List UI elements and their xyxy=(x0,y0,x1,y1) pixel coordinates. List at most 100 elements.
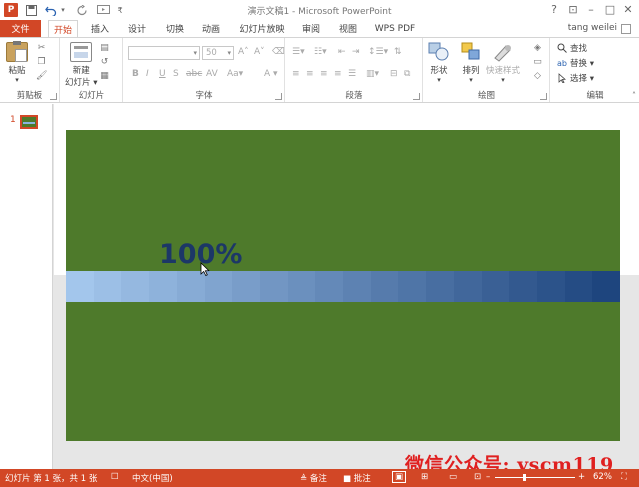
slide-show-icon[interactable]: ⊡ xyxy=(474,472,481,482)
tab-view[interactable]: 视图 xyxy=(333,20,363,37)
comments-button[interactable]: ■ 批注 xyxy=(343,472,371,484)
select-button[interactable]: 选择 ▾ xyxy=(557,72,594,84)
arrange-button[interactable]: 排列 ▾ xyxy=(460,42,482,84)
format-painter-icon[interactable]: 🖌 xyxy=(36,71,47,81)
strikethrough-icon[interactable]: abc xyxy=(186,69,202,79)
align-center-icon[interactable]: ≡ xyxy=(306,69,314,79)
numbering-icon[interactable]: ☷▾ xyxy=(314,47,327,57)
increase-font-size-icon[interactable]: A˄ xyxy=(238,47,249,57)
start-from-beginning-icon[interactable] xyxy=(95,3,111,17)
redo-icon[interactable] xyxy=(75,3,89,17)
clear-formatting-icon[interactable]: ⌫ xyxy=(272,47,285,57)
tab-file[interactable]: 文件 xyxy=(0,20,41,37)
cut-icon[interactable]: ✂ xyxy=(36,43,47,53)
find-button[interactable]: 查找 xyxy=(557,42,587,54)
user-account[interactable]: tang weilei xyxy=(568,23,617,33)
layout-icon[interactable]: ▤ xyxy=(99,43,110,53)
font-name-combo[interactable]: ▾ xyxy=(128,46,200,60)
slides-group-label: 幻灯片 xyxy=(78,91,105,101)
shapes-icon xyxy=(428,42,449,61)
progress-bar-segment xyxy=(564,271,593,302)
character-spacing-icon[interactable]: AV xyxy=(206,69,218,79)
reading-view-icon[interactable]: ▭ xyxy=(449,472,457,482)
shape-effects-icon[interactable]: ◇ xyxy=(532,71,543,81)
notes-button[interactable]: ≜ 备注 xyxy=(300,472,327,484)
smartart-icon[interactable]: ⧉ xyxy=(404,69,410,79)
justify-icon[interactable]: ≡ xyxy=(334,69,342,79)
copy-icon[interactable]: ❐ xyxy=(36,57,47,67)
clipboard-launcher-icon[interactable] xyxy=(50,93,57,100)
undo-icon[interactable] xyxy=(44,3,58,17)
slide-sorter-icon[interactable]: ⊞ xyxy=(421,472,428,482)
slide-canvas[interactable]: 100% xyxy=(66,130,621,441)
zoom-in-button[interactable]: + xyxy=(578,472,585,482)
align-left-icon[interactable]: ≡ xyxy=(292,69,300,79)
zoom-out-button[interactable]: – xyxy=(486,472,490,482)
distributed-icon[interactable]: ☰ xyxy=(348,69,356,79)
zoom-slider-thumb[interactable] xyxy=(523,474,526,481)
text-direction-icon[interactable]: ⇅ xyxy=(394,47,402,57)
fit-slide-icon[interactable]: ⛶ xyxy=(621,472,627,482)
change-case-icon[interactable]: Aa▾ xyxy=(227,69,243,79)
tab-insert[interactable]: 插入 xyxy=(85,20,115,37)
shape-fill-icon[interactable]: ◈ xyxy=(532,43,543,53)
progress-bar-segment xyxy=(592,271,621,302)
increase-indent-icon[interactable]: ⇥ xyxy=(352,47,360,57)
quick-styles-button[interactable]: 快速样式 ▾ xyxy=(486,42,520,84)
shape-outline-icon[interactable]: ▭ xyxy=(532,57,543,67)
zoom-slider[interactable] xyxy=(495,474,575,481)
text-shadow-icon[interactable]: S xyxy=(173,69,179,79)
progress-bar-segment xyxy=(370,271,399,302)
tab-review[interactable]: 审阅 xyxy=(296,20,326,37)
user-avatar-icon[interactable] xyxy=(621,24,631,34)
bullets-icon[interactable]: ☰▾ xyxy=(292,47,305,57)
section-icon[interactable]: ▦ xyxy=(99,71,110,81)
title-bar: P ▾ ₹ 演示文稿1 - Microsoft PowerPoint ? ⊡ –… xyxy=(0,0,639,20)
decrease-indent-icon[interactable]: ⇤ xyxy=(338,47,346,57)
tab-design[interactable]: 设计 xyxy=(122,20,152,37)
paste-button[interactable]: 粘贴 ▾ xyxy=(6,41,28,84)
align-text-icon[interactable]: ⊟ xyxy=(390,69,398,79)
tab-animations[interactable]: 动画 xyxy=(196,20,226,37)
language-status[interactable]: 中文(中国) xyxy=(132,472,173,484)
editing-area: 1 100% xyxy=(0,104,639,469)
collapse-ribbon-icon[interactable]: ˄ xyxy=(632,91,636,100)
progress-bar[interactable] xyxy=(66,271,621,302)
tab-home[interactable]: 开始 xyxy=(48,20,78,38)
svg-text:ab: ab xyxy=(557,59,567,68)
font-size-combo[interactable]: 50 ▾ xyxy=(202,46,234,60)
tab-slide-show[interactable]: 幻灯片放映 xyxy=(234,20,290,37)
reset-icon[interactable]: ↺ xyxy=(99,57,110,67)
progress-bar-segment xyxy=(343,271,371,302)
powerpoint-logo-icon[interactable]: P xyxy=(4,3,18,17)
mouse-cursor-icon xyxy=(200,262,210,276)
underline-icon[interactable]: U xyxy=(159,69,166,79)
decrease-font-size-icon[interactable]: A˅ xyxy=(254,47,265,57)
tab-wps-pdf[interactable]: WPS PDF xyxy=(372,20,418,37)
font-color-icon[interactable]: A ▾ xyxy=(264,69,278,79)
undo-dropdown-icon[interactable]: ▾ xyxy=(59,3,67,17)
columns-icon[interactable]: ▥▾ xyxy=(366,69,379,79)
paste-dropdown-icon[interactable]: ▾ xyxy=(15,76,19,84)
tab-transitions[interactable]: 切换 xyxy=(160,20,190,37)
new-slide-label-1: 新建 xyxy=(72,66,90,76)
replace-button[interactable]: ab 替换 ▾ xyxy=(557,57,594,69)
line-spacing-icon[interactable]: ↕☰▾ xyxy=(368,47,388,57)
new-slide-button[interactable]: 新建 幻灯片 ▾ xyxy=(65,42,97,88)
spell-check-icon[interactable]: ☐ xyxy=(111,472,119,482)
save-icon[interactable] xyxy=(24,3,38,17)
shapes-button[interactable]: 形状 ▾ xyxy=(428,42,450,84)
drawing-group: 形状 ▾ 排列 ▾ 快速样式 ▾ ◈ ▭ ◇ 绘图 xyxy=(424,38,550,102)
italic-icon[interactable]: I xyxy=(146,69,149,79)
normal-view-icon[interactable]: ▣ xyxy=(392,471,407,483)
drawing-launcher-icon[interactable] xyxy=(540,93,547,100)
font-launcher-icon[interactable] xyxy=(275,93,282,100)
slide-thumbnail[interactable] xyxy=(20,115,38,129)
bold-icon[interactable]: B xyxy=(132,69,139,79)
paragraph-launcher-icon[interactable] xyxy=(413,93,420,100)
replace-label: 替换 ▾ xyxy=(570,59,594,69)
zoom-level[interactable]: 62% xyxy=(593,472,612,482)
close-button[interactable]: ✕ xyxy=(617,2,639,18)
align-right-icon[interactable]: ≡ xyxy=(320,69,328,79)
customize-quick-access-icon[interactable]: ₹ xyxy=(116,3,124,17)
